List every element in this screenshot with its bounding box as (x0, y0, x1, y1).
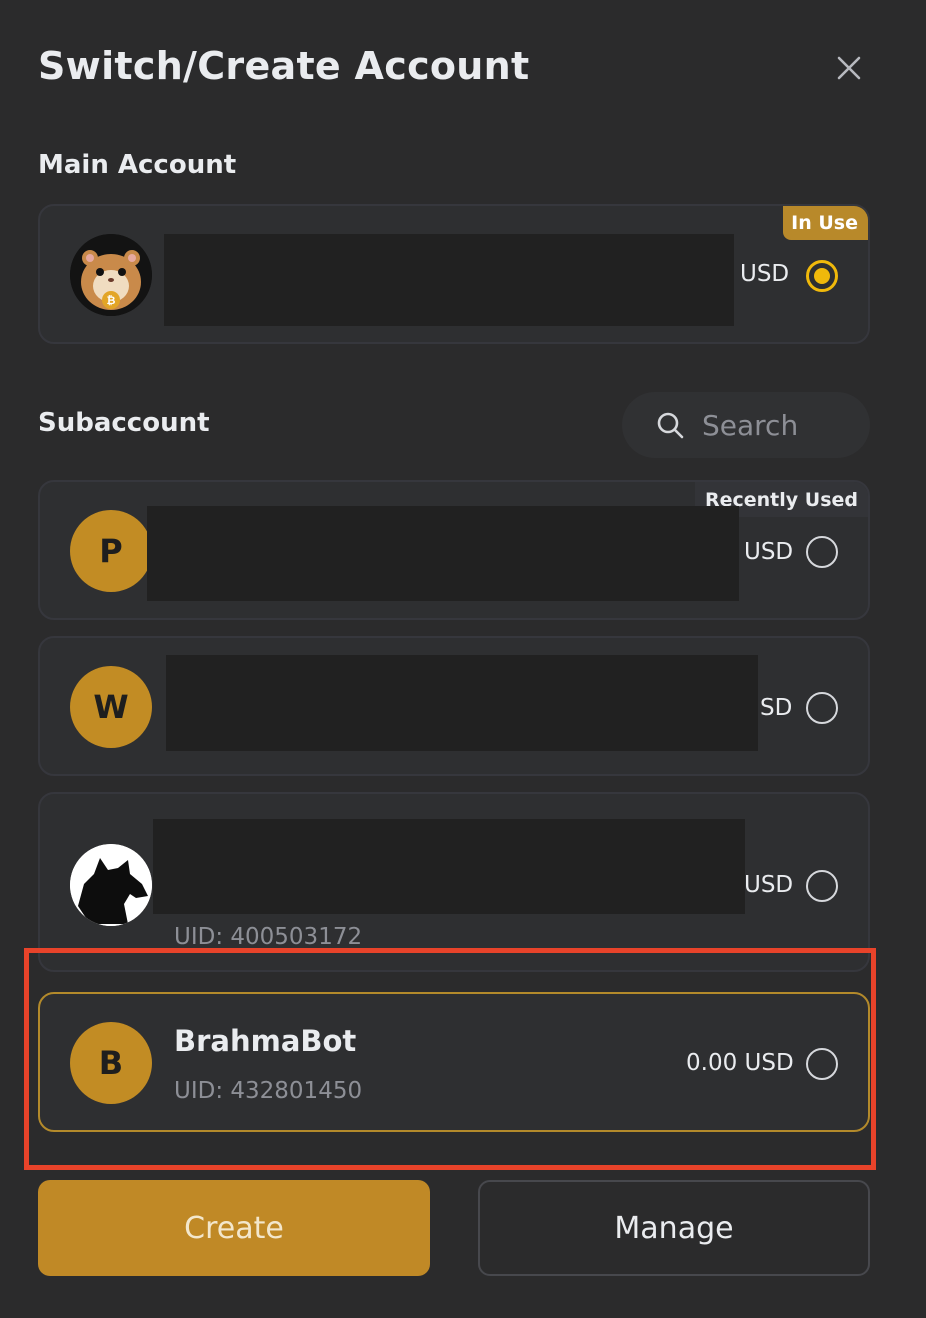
hamster-avatar-icon: ₿ (70, 234, 152, 316)
close-button[interactable] (826, 45, 872, 91)
in-use-badge: In Use (783, 206, 868, 240)
avatar: B (70, 1022, 152, 1104)
subaccount-name: BrahmaBot (174, 1024, 357, 1058)
subaccount-radio[interactable] (806, 692, 838, 724)
redacted-area (153, 819, 745, 914)
svg-text:₿: ₿ (107, 294, 116, 307)
subaccount-uid: UID: 400503172 (174, 924, 363, 950)
search-icon (657, 412, 684, 439)
avatar: W (70, 666, 152, 748)
subaccount-balance: 0.00 USD (686, 1050, 794, 1076)
subaccount-currency: USD (744, 872, 794, 898)
list-item[interactable]: USD UID: 400503172 (38, 792, 870, 972)
manage-button[interactable]: Manage (478, 1180, 870, 1276)
subaccount-uid: UID: 432801450 (174, 1078, 363, 1104)
dog-avatar-icon (70, 844, 152, 926)
main-account-currency: USD (740, 261, 790, 287)
close-icon (837, 56, 861, 80)
avatar: P (70, 510, 152, 592)
avatar: ₿ (70, 234, 152, 316)
search-input[interactable] (702, 408, 862, 442)
avatar (70, 844, 152, 926)
list-item[interactable]: W SD (38, 636, 870, 776)
subaccount-radio[interactable] (806, 870, 838, 902)
list-item[interactable]: Recently Used P USD (38, 480, 870, 620)
subaccount-currency: SD (760, 695, 793, 721)
subaccount-radio[interactable] (806, 1048, 838, 1080)
subaccount-currency: USD (744, 539, 794, 565)
redacted-area (164, 234, 734, 326)
subaccount-radio[interactable] (806, 536, 838, 568)
redacted-area (147, 506, 739, 601)
main-account-card[interactable]: In Use ₿ USD (38, 204, 870, 344)
main-account-label: Main Account (38, 150, 237, 180)
subaccount-label: Subaccount (38, 408, 210, 438)
redacted-area (166, 655, 758, 751)
create-button[interactable]: Create (38, 1180, 430, 1276)
main-account-radio[interactable] (806, 260, 838, 292)
search-box[interactable] (622, 392, 870, 458)
list-item-brahmabot[interactable]: B BrahmaBot UID: 432801450 0.00 USD (38, 992, 870, 1132)
dialog-title: Switch/Create Account (38, 44, 530, 88)
